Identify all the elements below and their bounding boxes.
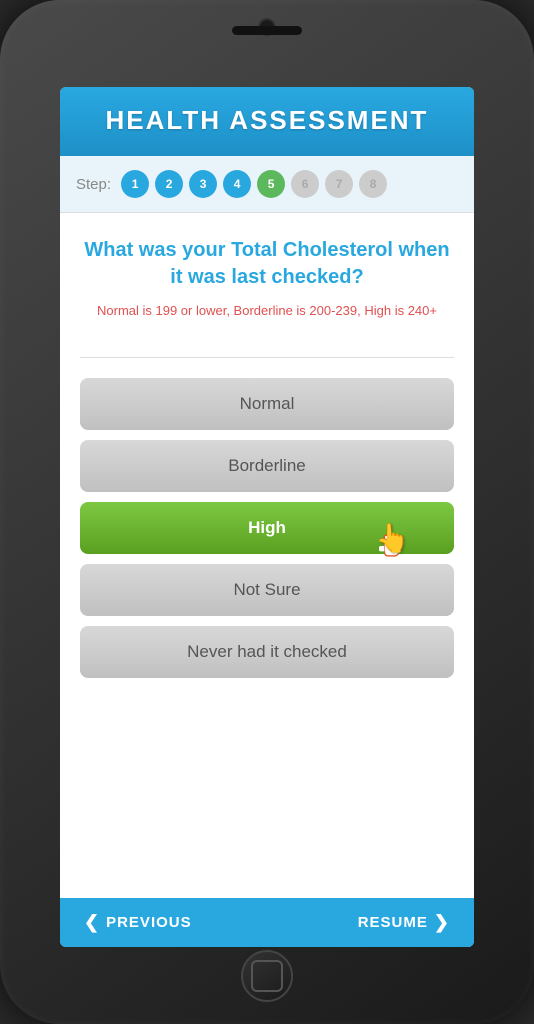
step-3[interactable]: 3	[189, 170, 217, 198]
question-hint: Normal is 199 or lower, Borderline is 20…	[80, 301, 454, 321]
question-text: What was your Total Cholesterol when it …	[80, 237, 454, 291]
home-button-inner	[251, 960, 283, 992]
steps-bar: Step: 1 2 3 4 5 6 7 8	[60, 156, 474, 213]
option-normal[interactable]: Normal	[80, 378, 454, 430]
cursor-icon	[370, 524, 406, 560]
step-4[interactable]: 4	[223, 170, 251, 198]
app-title: HEALTH ASSESSMENT	[80, 105, 454, 136]
previous-arrow-icon: ❮	[84, 912, 100, 933]
home-button[interactable]	[241, 950, 293, 1002]
question-section: What was your Total Cholesterol when it …	[80, 237, 454, 321]
step-2[interactable]: 2	[155, 170, 183, 198]
resume-label: RESUME	[358, 914, 428, 931]
speaker-grill	[232, 26, 302, 35]
pointing-hand-emoji: 👆	[375, 521, 410, 554]
option-never-checked[interactable]: Never had it checked	[80, 626, 454, 678]
previous-label: PREVIOUS	[106, 914, 192, 931]
steps-list: 1 2 3 4 5 6 7 8	[121, 170, 387, 198]
option-borderline[interactable]: Borderline	[80, 440, 454, 492]
step-6[interactable]: 6	[291, 170, 319, 198]
options-list: Normal Borderline High	[80, 378, 454, 678]
previous-button[interactable]: ❮ PREVIOUS	[84, 912, 192, 933]
option-not-sure[interactable]: Not Sure	[80, 564, 454, 616]
step-1[interactable]: 1	[121, 170, 149, 198]
option-high[interactable]: High 👆	[80, 502, 454, 554]
bottom-nav: ❮ PREVIOUS RESUME ❯	[60, 898, 474, 947]
app-header: HEALTH ASSESSMENT	[60, 87, 474, 156]
resume-arrow-icon: ❯	[434, 912, 450, 933]
divider	[80, 357, 454, 358]
phone-frame: HEALTH ASSESSMENT Step: 1 2 3 4 5 6 7 8 …	[0, 0, 534, 1024]
step-5[interactable]: 5	[257, 170, 285, 198]
screen: HEALTH ASSESSMENT Step: 1 2 3 4 5 6 7 8 …	[60, 87, 474, 947]
step-label: Step:	[76, 176, 111, 193]
main-content: What was your Total Cholesterol when it …	[60, 213, 474, 898]
step-7[interactable]: 7	[325, 170, 353, 198]
resume-button[interactable]: RESUME ❯	[358, 912, 450, 933]
step-8[interactable]: 8	[359, 170, 387, 198]
